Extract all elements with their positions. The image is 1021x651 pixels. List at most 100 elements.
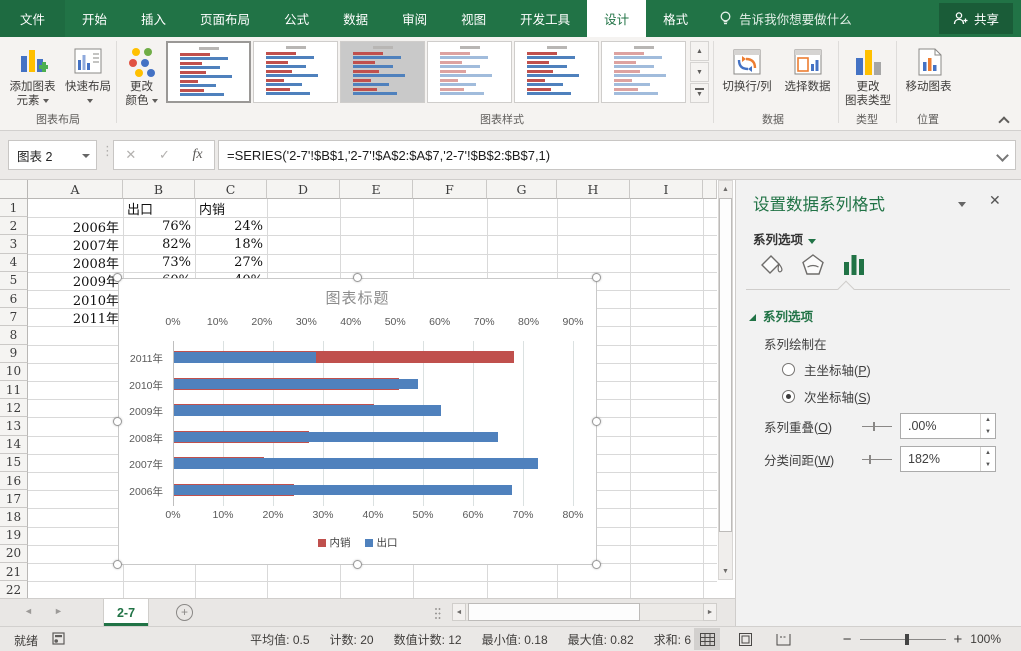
effects-icon[interactable] [800,252,826,278]
row-header-11[interactable]: 11 [0,381,28,399]
selection-handle[interactable] [353,560,362,569]
zoom-slider-thumb[interactable] [905,634,909,645]
zoom-slider[interactable] [860,639,946,640]
row-header-9[interactable]: 9 [0,345,28,363]
column-header-B[interactable]: B [123,180,195,199]
overlap-spinner[interactable]: ▲▼ [980,414,995,438]
cell-A3[interactable]: 2007年 [28,235,123,253]
selection-handle[interactable] [113,417,122,426]
pane-subtab-series-options[interactable]: 系列选项 [753,229,816,248]
zoom-in-icon[interactable]: + [954,631,963,648]
ribbon-tab-视图[interactable]: 视图 [444,0,503,37]
column-header-H[interactable]: H [557,180,630,199]
chart-title[interactable]: 图表标题 [119,287,596,308]
cell-C3[interactable]: 18% [195,235,267,253]
cell-B2[interactable]: 76% [123,217,195,235]
vertical-scrollbar[interactable]: ▲ ▼ [718,180,733,580]
cell-A4[interactable]: 2008年 [28,254,123,272]
row-header-8[interactable]: 8 [0,326,28,344]
chart-legend[interactable]: 内销出口 [119,535,596,550]
macro-record-icon[interactable] [52,632,66,646]
ribbon-tab-设计[interactable]: 设计 [587,0,646,37]
chart-style-thumbnail-6[interactable] [601,41,686,103]
cell-B1[interactable]: 出口 [123,199,195,217]
radio-secondary-axis[interactable]: 次坐标轴(S) [782,387,871,406]
row-header-22[interactable]: 22 [0,581,28,598]
ribbon-button-选择数据[interactable]: 选择数据 [778,40,837,128]
ribbon-tab-文件[interactable]: 文件 [0,0,65,37]
ribbon-button-更改颜色[interactable]: 更改颜色 [119,40,164,128]
cell-C1[interactable]: 内销 [195,199,267,217]
row-header-10[interactable]: 10 [0,363,28,381]
column-header-A[interactable]: A [28,180,123,199]
cell-A5[interactable]: 2009年 [28,272,123,290]
column-header-I[interactable]: I [630,180,703,199]
scroll-down-icon[interactable]: ▼ [719,563,732,579]
ribbon-tab-数据[interactable]: 数据 [326,0,385,37]
selection-handle[interactable] [592,417,601,426]
page-break-view-button[interactable] [770,628,796,650]
cell-A2[interactable]: 2006年 [28,217,123,235]
row-header-20[interactable]: 20 [0,545,28,563]
bar-出口-2008年[interactable] [174,432,498,443]
chart-style-thumbnail-3[interactable] [340,41,425,103]
overlap-slider[interactable] [862,420,892,433]
sheet-tab-active[interactable]: 2-7 [103,599,149,626]
row-header-14[interactable]: 14 [0,436,28,454]
pane-dropdown-icon[interactable] [958,202,966,207]
new-sheet-icon[interactable]: + [176,604,193,621]
pane-close-icon[interactable]: ✕ [989,192,1001,209]
enter-icon[interactable]: ✓ [159,147,170,163]
row-header-21[interactable]: 21 [0,563,28,581]
ribbon-tab-审阅[interactable]: 审阅 [385,0,444,37]
radio-primary-axis[interactable]: 主坐标轴(P) [782,360,871,379]
selection-handle[interactable] [113,560,122,569]
share-button[interactable]: 共享 [939,3,1013,34]
zoom-level[interactable]: 100% [970,632,1001,646]
series-options-icon[interactable] [842,252,866,278]
page-layout-view-button[interactable] [732,628,758,650]
collapse-ribbon-icon[interactable] [1000,113,1008,131]
gallery-more-icon[interactable]: ▼ [690,83,709,103]
select-all-corner[interactable] [0,180,28,199]
column-header-E[interactable]: E [340,180,413,199]
column-header-G[interactable]: G [487,180,557,199]
cell-B4[interactable]: 73% [123,254,195,272]
fill-line-icon[interactable] [758,252,784,278]
scroll-right-icon[interactable]: ► [703,603,717,621]
tab-split-grip[interactable] [434,607,441,620]
formula-input[interactable]: =SERIES('2-7'!$B$1,'2-7'!$A$2:$A$7,'2-7'… [218,140,1016,170]
row-header-7[interactable]: 7 [0,308,28,326]
row-header-13[interactable]: 13 [0,417,28,435]
row-header-17[interactable]: 17 [0,490,28,508]
gap-width-input[interactable]: 182% ▲▼ [900,446,996,472]
tell-me-box[interactable]: 告诉我你想要做什么 [705,0,866,37]
scroll-up-icon[interactable]: ▲ [719,181,732,197]
row-header-18[interactable]: 18 [0,508,28,526]
ribbon-tab-页面布局[interactable]: 页面布局 [183,0,267,37]
formula-bar-expand-icon[interactable] [996,149,1009,162]
column-header-partial[interactable] [703,180,717,199]
name-box-dropdown-icon[interactable] [82,154,90,158]
cancel-icon[interactable]: ✕ [125,147,136,163]
normal-view-button[interactable] [694,628,720,650]
insert-function-icon[interactable]: fx [193,147,203,163]
row-header-12[interactable]: 12 [0,399,28,417]
row-header-1[interactable]: 1 [0,199,28,217]
bar-出口-2006年[interactable] [174,485,512,496]
column-header-F[interactable]: F [413,180,487,199]
gallery-scroll-up-icon[interactable]: ▲ [690,41,709,61]
name-box[interactable]: 图表 2 [8,140,97,170]
selection-handle[interactable] [592,560,601,569]
ribbon-tab-开发工具[interactable]: 开发工具 [503,0,587,37]
ribbon-tab-插入[interactable]: 插入 [124,0,183,37]
chart-object[interactable]: 图表标题 0%10%20%30%40%50%60%70%80%90%0%10%2… [118,278,597,565]
ribbon-tab-开始[interactable]: 开始 [65,0,124,37]
radio-secondary-icon[interactable] [782,390,795,403]
column-header-C[interactable]: C [195,180,267,199]
bar-出口-2011年[interactable] [174,352,316,363]
selection-handle[interactable] [353,273,362,282]
cell-A6[interactable]: 2010年 [28,290,123,308]
chart-style-thumbnail-4[interactable] [427,41,512,103]
row-header-5[interactable]: 5 [0,272,28,290]
